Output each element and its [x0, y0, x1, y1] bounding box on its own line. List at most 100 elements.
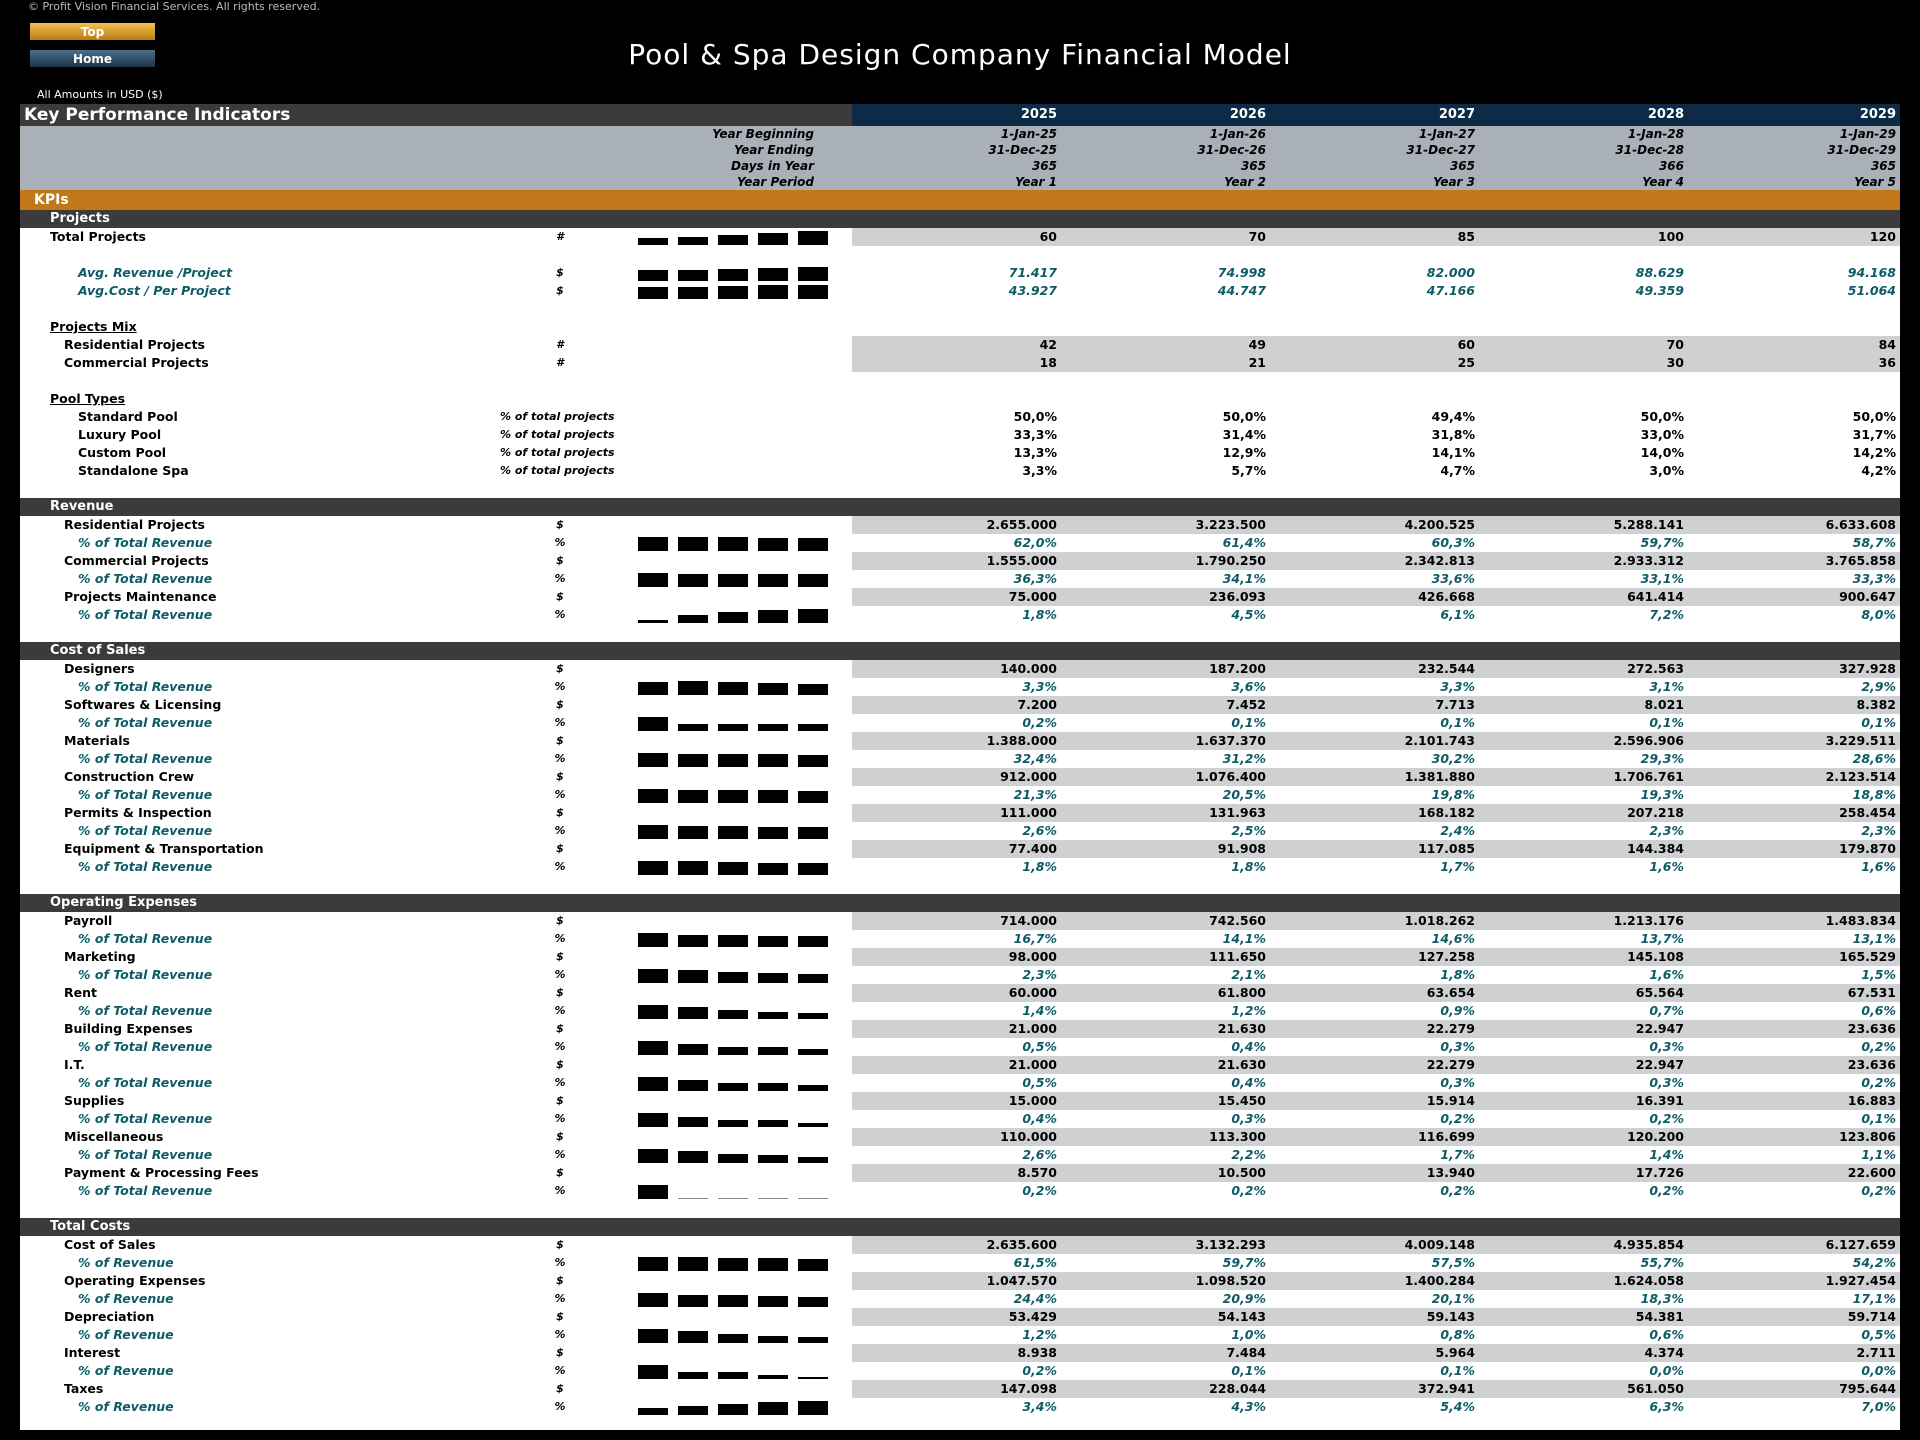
- cell-value: 228.044: [1061, 1380, 1270, 1398]
- row-unit: $: [556, 1058, 564, 1071]
- cell-value: 29,3%: [1640, 751, 1684, 766]
- row-label: % of Revenue: [78, 1255, 174, 1270]
- sparkline-bar: [638, 717, 668, 731]
- sparkline-chart: [638, 1077, 828, 1091]
- sparkline-bar: [718, 826, 748, 839]
- cell-value: 33,1%: [1640, 571, 1684, 586]
- row-label: % of Total Revenue: [78, 607, 213, 622]
- row-label: Supplies: [64, 1093, 125, 1108]
- cell-value: 30: [1479, 354, 1688, 372]
- sparkline-bar: [798, 1198, 828, 1199]
- cell-value: 75.000: [852, 588, 1061, 606]
- cell-value: 1,7%: [1440, 1147, 1475, 1162]
- cell-value: 91.908: [1061, 840, 1270, 858]
- sparkline-chart: [638, 681, 828, 695]
- cell-value: 70: [1479, 336, 1688, 354]
- row-unit: %: [554, 788, 566, 801]
- cell-value: 0,2%: [1649, 1183, 1684, 1198]
- header: © Profit Vision Financial Services. All …: [0, 0, 1920, 104]
- cell-value: 4,5%: [1231, 607, 1266, 622]
- meta-value: Year 3: [1270, 174, 1479, 190]
- sparkline-bar: [798, 684, 828, 695]
- cell-value: 0,1%: [1440, 715, 1475, 730]
- row-unit: %: [554, 1040, 566, 1053]
- row-unit: %: [554, 1184, 566, 1197]
- sparkline-bar: [798, 1049, 828, 1055]
- sparkline-chart: [638, 969, 828, 983]
- cell-value: 31,4%: [1222, 427, 1266, 442]
- cell-value: 1,4%: [1649, 1147, 1684, 1162]
- cell-value: 2,6%: [1022, 1147, 1057, 1162]
- row-unit: %: [554, 752, 566, 765]
- cell-value: 67.531: [1688, 984, 1900, 1002]
- cell-value: 14,6%: [1431, 931, 1475, 946]
- table-row: Avg. Revenue /Project $71.417 74.998 82.000…: [20, 264, 1900, 282]
- row-unit: % of total projects: [500, 464, 615, 477]
- table-row: Projects Maintenance $75.000 236.093 426.66…: [20, 588, 1900, 606]
- row-label: % of Total Revenue: [78, 787, 213, 802]
- row-unit: % of total projects: [500, 446, 615, 459]
- sparkline-bar: [678, 1331, 708, 1343]
- cell-value: 59.714: [1688, 1308, 1900, 1326]
- cell-value: 127.258: [1270, 948, 1479, 966]
- cell-value: 17,1%: [1852, 1291, 1896, 1306]
- sparkline-cell: [620, 534, 852, 552]
- cell-value: 168.182: [1270, 804, 1479, 822]
- meta-value: 31-Dec-29: [1688, 142, 1900, 158]
- sparkline-cell: [620, 1092, 852, 1110]
- cell-value: 0,2%: [1022, 1363, 1057, 1378]
- table-row: Marketing $98.000 111.650 127.258 145.108 165…: [20, 948, 1900, 966]
- row-unit: $: [556, 266, 564, 279]
- cell-value: 15.450: [1061, 1092, 1270, 1110]
- cell-value: 7.484: [1061, 1344, 1270, 1362]
- row-unit: $: [556, 662, 564, 675]
- sparkline-cell: [620, 966, 852, 984]
- cell-value: 116.699: [1270, 1128, 1479, 1146]
- spacer-row: [20, 372, 1900, 390]
- sparkline-bar: [718, 1010, 748, 1019]
- sparkline-bar: [798, 231, 828, 245]
- cell-value: 2,3%: [1022, 967, 1057, 982]
- cell-value: 49,4%: [1431, 409, 1475, 424]
- sparkline-bar: [718, 1404, 748, 1415]
- cell-value: 0,4%: [1022, 1111, 1057, 1126]
- cell-value: 0,5%: [1861, 1327, 1896, 1342]
- cell-value: 1,2%: [1022, 1327, 1057, 1342]
- sparkline-bar: [638, 620, 668, 623]
- meta-label: Days in Year: [20, 158, 852, 174]
- cell-value: 16.391: [1479, 1092, 1688, 1110]
- cell-value: 49: [1061, 336, 1270, 354]
- sparkline-bar: [638, 270, 668, 281]
- sparkline-chart: [638, 609, 828, 623]
- subheader-projects-mix: Projects Mix: [20, 318, 1900, 336]
- row-label: Luxury Pool: [78, 427, 162, 442]
- row-label: Materials: [64, 733, 130, 748]
- cell-value: 54.381: [1479, 1308, 1688, 1326]
- cell-value: 5,4%: [1440, 1399, 1475, 1414]
- section-header: Total Costs: [20, 1218, 1900, 1236]
- meta-value: 365: [1270, 158, 1479, 174]
- sparkline-cell: [620, 1308, 852, 1326]
- cell-value: 13,3%: [1013, 445, 1057, 460]
- sparkline-cell: [620, 1020, 852, 1038]
- cell-value: 7,0%: [1861, 1399, 1896, 1414]
- sparkline-bar: [718, 1154, 748, 1163]
- cell-value: 2,5%: [1231, 823, 1266, 838]
- cell-value: 61,4%: [1222, 535, 1266, 550]
- sparkline-cell: [620, 1290, 852, 1308]
- sparkline-cell: [620, 1326, 852, 1344]
- table-row: Standard Pool % of total projects 50,0% 50,…: [20, 408, 1900, 426]
- cell-value: 6.127.659: [1688, 1236, 1900, 1254]
- sparkline-bar: [678, 1406, 708, 1415]
- cell-value: 21.630: [1061, 1020, 1270, 1038]
- kpi-sheet: Key Performance Indicators 2025 2026 202…: [20, 104, 1900, 1430]
- sparkline-bar: [798, 1085, 828, 1091]
- sparkline-bar: [638, 1041, 668, 1055]
- row-label: Payroll: [64, 913, 113, 928]
- cell-value: 0,6%: [1649, 1327, 1684, 1342]
- cell-value: 51.064: [1688, 282, 1900, 300]
- cell-value: 900.647: [1688, 588, 1900, 606]
- cell-value: 372.941: [1270, 1380, 1479, 1398]
- row-unit: $: [556, 1022, 564, 1035]
- cell-value: 1,5%: [1861, 967, 1896, 982]
